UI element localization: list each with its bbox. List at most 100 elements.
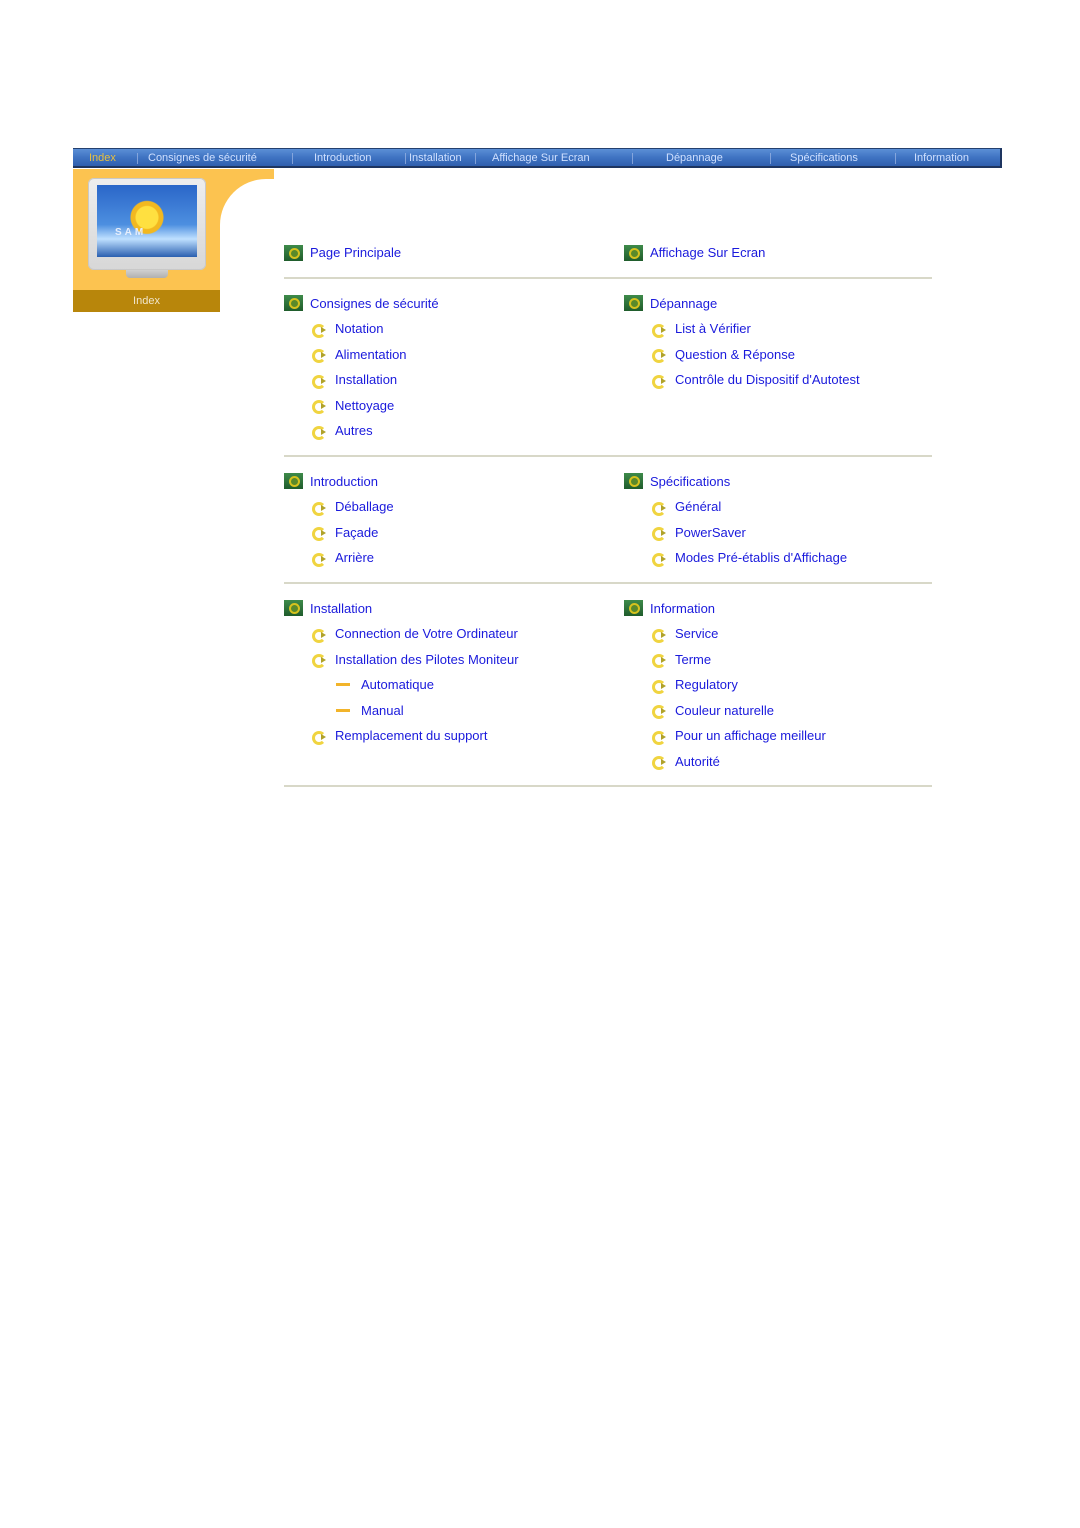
- link-connection-de-votre-ordinateur[interactable]: Connection de Votre Ordinateur: [284, 621, 624, 647]
- column-left: Page Principale: [284, 240, 624, 266]
- link-couleur-naturelle[interactable]: Couleur naturelle: [624, 698, 932, 724]
- arrow-circle-icon: [310, 550, 328, 567]
- nav-tab-depannage[interactable]: Dépannage: [666, 152, 723, 164]
- link-specifications[interactable]: Spécifications: [624, 469, 932, 495]
- arrow-circle-icon: [650, 626, 668, 643]
- column-right: Information Service Terme Regulatory Couleur…: [624, 596, 932, 775]
- link-arriere[interactable]: Arrière: [284, 545, 624, 571]
- nav-tab-affichage-sur-ecran[interactable]: Affichage Sur Ecran: [492, 152, 590, 164]
- link-question-reponse[interactable]: Question & Réponse: [624, 342, 932, 368]
- link-label: Spécifications: [650, 473, 731, 489]
- link-modes-pre-etablis-d-affichage[interactable]: Modes Pré-établis d'Affichage: [624, 545, 932, 571]
- top-navigation-bar: Index Consignes de sécurité Introduction…: [73, 148, 1002, 168]
- link-terme[interactable]: Terme: [624, 647, 932, 673]
- section-divider: [284, 581, 932, 584]
- link-installation-des-pilotes-moniteur[interactable]: Installation des Pilotes Moniteur: [284, 647, 624, 673]
- monitor-stand: [126, 270, 168, 278]
- link-notation[interactable]: Notation: [284, 316, 624, 342]
- link-label: Remplacement du support: [335, 728, 488, 744]
- section-bullet-icon: [284, 473, 303, 490]
- link-label: Service: [675, 626, 719, 642]
- nav-tab-specifications[interactable]: Spécifications: [790, 152, 858, 164]
- column-left: Consignes de sécurité Notation Alimentatio…: [284, 291, 624, 444]
- section-divider: [284, 454, 932, 457]
- link-controle-du-dispositif-d-autotest[interactable]: Contrôle du Dispositif d'Autotest: [624, 367, 932, 393]
- link-autorite[interactable]: Autorité: [624, 749, 932, 775]
- monitor-logo: SAM: [115, 227, 147, 238]
- link-label: Question & Réponse: [675, 346, 795, 362]
- monitor-bezel: SAM: [88, 178, 206, 270]
- dash-icon: [336, 683, 350, 687]
- nav-separator: [475, 153, 476, 164]
- link-label: Dépannage: [650, 295, 718, 311]
- arrow-circle-icon: [310, 346, 328, 364]
- nav-tab-consignes-de-securite[interactable]: Consignes de sécurité: [148, 152, 257, 164]
- link-label: Notation: [335, 321, 384, 337]
- link-manual[interactable]: Manual: [284, 698, 624, 724]
- link-remplacement-du-support[interactable]: Remplacement du support: [284, 723, 624, 749]
- link-consignes-de-securite[interactable]: Consignes de sécurité: [284, 291, 624, 317]
- nav-separator: [770, 153, 771, 164]
- arrow-circle-icon: [650, 499, 668, 516]
- dash-icon: [336, 708, 350, 712]
- link-label: Pour un affichage meilleur: [675, 728, 826, 744]
- link-general[interactable]: Général: [624, 494, 932, 520]
- link-page-principale[interactable]: Page Principale: [284, 240, 624, 266]
- link-affichage-sur-ecran[interactable]: Affichage Sur Ecran: [624, 240, 932, 266]
- nav-tab-index[interactable]: Index: [89, 152, 116, 164]
- link-information[interactable]: Information: [624, 596, 932, 622]
- column-left: Introduction Déballage Façade Arrière: [284, 469, 624, 571]
- index-section: Page Principale Affichage Sur Ecran: [284, 240, 932, 279]
- nav-separator: [405, 153, 406, 164]
- link-installation[interactable]: Installation: [284, 367, 624, 393]
- link-facade[interactable]: Façade: [284, 520, 624, 546]
- arrow-circle-icon: [310, 524, 328, 542]
- link-label: Consignes de sécurité: [310, 295, 439, 311]
- section-bullet-icon: [284, 244, 303, 261]
- link-label: PowerSaver: [675, 524, 746, 540]
- arrow-circle-icon: [650, 651, 668, 669]
- section-row: Consignes de sécurité Notation Alimentatio…: [284, 291, 932, 444]
- link-nettoyage[interactable]: Nettoyage: [284, 393, 624, 419]
- link-deballage[interactable]: Déballage: [284, 494, 624, 520]
- arrow-circle-icon: [650, 524, 668, 542]
- arrow-circle-icon: [310, 499, 328, 516]
- arrow-circle-icon: [650, 702, 668, 720]
- link-label: Information: [650, 600, 716, 616]
- link-autres[interactable]: Autres: [284, 418, 624, 444]
- index-section: Installation Connection de Votre Ordinate…: [284, 596, 932, 787]
- arrow-circle-icon: [650, 550, 668, 567]
- link-label: Alimentation: [335, 346, 407, 362]
- link-automatique[interactable]: Automatique: [284, 672, 624, 698]
- column-right: Dépannage List à Vérifier Question & Répon…: [624, 291, 932, 444]
- section-label: Index: [73, 290, 220, 312]
- link-label: Installation: [335, 372, 398, 388]
- section-bullet-icon: [284, 600, 303, 617]
- link-introduction[interactable]: Introduction: [284, 469, 624, 495]
- section-bullet-icon: [624, 295, 643, 312]
- nav-separator: [895, 153, 896, 164]
- link-list-a-verifier[interactable]: List à Vérifier: [624, 316, 932, 342]
- link-label: Regulatory: [675, 677, 738, 693]
- link-label: Arrière: [335, 550, 375, 566]
- link-label: Modes Pré-établis d'Affichage: [675, 550, 848, 566]
- arrow-circle-icon: [650, 753, 668, 771]
- section-divider: [284, 785, 932, 787]
- link-pour-un-affichage-meilleur[interactable]: Pour un affichage meilleur: [624, 723, 932, 749]
- link-service[interactable]: Service: [624, 621, 932, 647]
- link-installation[interactable]: Installation: [284, 596, 624, 622]
- column-right: Spécifications Général PowerSaver Modes Pré…: [624, 469, 932, 571]
- monitor-screen: SAM: [97, 185, 197, 257]
- section-row: Installation Connection de Votre Ordinate…: [284, 596, 932, 775]
- link-regulatory[interactable]: Regulatory: [624, 672, 932, 698]
- arrow-circle-icon: [310, 321, 328, 338]
- link-label: Introduction: [310, 473, 378, 489]
- nav-separator: [137, 153, 138, 164]
- link-alimentation[interactable]: Alimentation: [284, 342, 624, 368]
- nav-tab-information[interactable]: Information: [914, 152, 969, 164]
- link-depannage[interactable]: Dépannage: [624, 291, 932, 317]
- arrow-circle-icon: [310, 397, 328, 415]
- link-powersaver[interactable]: PowerSaver: [624, 520, 932, 546]
- nav-tab-installation[interactable]: Installation: [409, 152, 462, 164]
- nav-tab-introduction[interactable]: Introduction: [314, 152, 371, 164]
